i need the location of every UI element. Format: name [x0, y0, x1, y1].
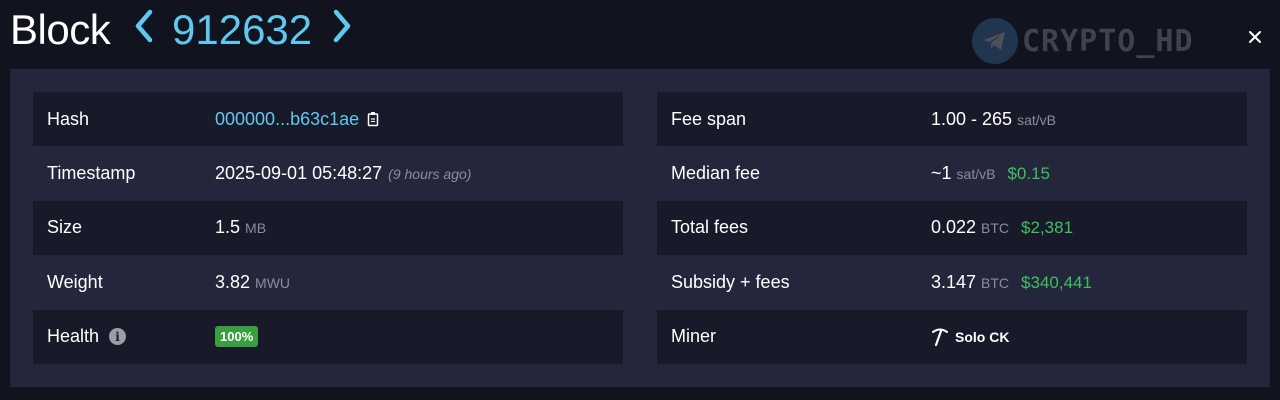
median-fee-label: Median fee — [671, 163, 761, 184]
weight-label: Weight — [47, 271, 103, 292]
hash-link[interactable]: 000000...b63c1ae — [215, 109, 359, 130]
timestamp-value: 2025-09-01 05:48:27 — [215, 163, 383, 184]
total-fees-unit: BTC — [981, 220, 1010, 237]
page-title: Block — [10, 6, 111, 53]
next-block-button[interactable] — [330, 6, 354, 46]
table-row-subsidy-fees: Subsidy + fees 3.147 BTC $340,441 — [657, 255, 1247, 309]
miner-link[interactable]: Solo CK — [931, 327, 1009, 347]
chevron-left-icon — [135, 9, 153, 43]
fee-span-value: 1.00 - 265 — [931, 108, 1013, 129]
subsidy-fees-value: 3.147 — [931, 271, 977, 292]
table-row-timestamp: Timestamp 2025-09-01 05:48:27 (9 hours a… — [33, 146, 623, 200]
fee-span-label: Fee span — [671, 108, 747, 129]
health-badge: 100% — [215, 326, 259, 348]
chevron-right-icon — [333, 9, 351, 43]
watermark: CRYPTO_HD — [972, 18, 1194, 64]
watermark-text: CRYPTO_HD — [1022, 23, 1194, 59]
subsidy-fees-label: Subsidy + fees — [671, 271, 790, 292]
table-row-size: Size 1.5 MB — [33, 200, 623, 256]
total-fees-label: Total fees — [671, 217, 749, 238]
block-details-panel: Hash 000000...b63c1ae Timestamp 2025-09-… — [10, 69, 1270, 387]
block-header: Block 912632 CRYPTO_HD — [0, 0, 1280, 68]
health-label-cell: Health i — [33, 326, 215, 347]
table-row-health: Health i 100% — [33, 309, 623, 364]
fee-info-table: Fee span 1.00 - 265 sat/vB Median fee ~1… — [657, 92, 1247, 364]
total-fees-fiat: $2,381 — [1021, 218, 1074, 238]
size-label: Size — [47, 217, 83, 238]
hash-label: Hash — [47, 108, 90, 129]
miner-name: Solo CK — [955, 328, 1010, 345]
subsidy-fees-unit: BTC — [981, 274, 1010, 291]
table-row-miner: Miner Solo CK — [657, 309, 1247, 364]
miner-label: Miner — [671, 326, 717, 347]
previous-block-button[interactable] — [132, 6, 156, 46]
timestamp-relative: (9 hours ago) — [388, 166, 472, 183]
pickaxe-icon — [932, 328, 948, 346]
close-button[interactable] — [1244, 26, 1266, 48]
fee-span-unit: sat/vB — [1017, 111, 1056, 128]
weight-value: 3.82 — [215, 271, 251, 292]
telegram-icon — [972, 18, 1018, 64]
total-fees-value: 0.022 — [931, 217, 977, 238]
table-row-hash: Hash 000000...b63c1ae — [33, 92, 623, 147]
block-height: 912632 — [172, 6, 313, 53]
table-row-median-fee: Median fee ~1 sat/vB $0.15 — [657, 146, 1247, 200]
table-row-total-fees: Total fees 0.022 BTC $2,381 — [657, 200, 1247, 256]
timestamp-label: Timestamp — [47, 163, 136, 184]
info-icon[interactable]: i — [109, 328, 127, 346]
table-row-weight: Weight 3.82 MWU — [33, 255, 623, 309]
median-fee-unit: sat/vB — [956, 166, 996, 183]
close-icon — [1249, 31, 1261, 43]
median-fee-value: ~1 — [931, 163, 952, 184]
size-value: 1.5 — [215, 217, 241, 238]
table-row-fee-span: Fee span 1.00 - 265 sat/vB — [657, 92, 1247, 147]
size-unit: MB — [245, 220, 267, 237]
median-fee-fiat: $0.15 — [1007, 164, 1050, 184]
block-info-table: Hash 000000...b63c1ae Timestamp 2025-09-… — [33, 92, 623, 364]
health-label: Health — [47, 326, 100, 347]
weight-unit: MWU — [255, 274, 291, 291]
subsidy-fees-fiat: $340,441 — [1021, 272, 1092, 292]
copy-icon[interactable] — [367, 111, 381, 127]
